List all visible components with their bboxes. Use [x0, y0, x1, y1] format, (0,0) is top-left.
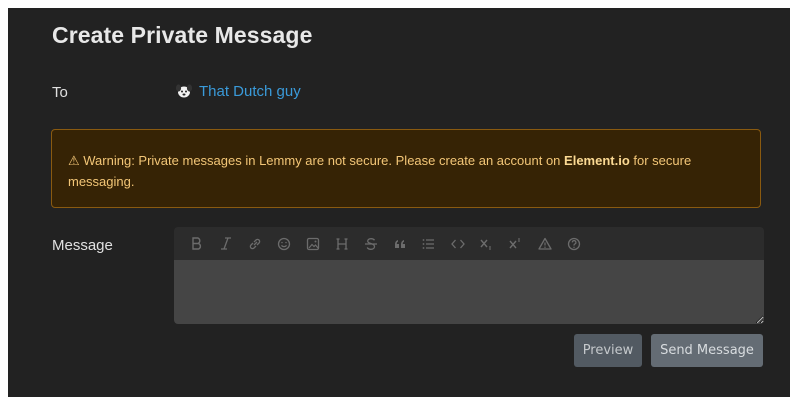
code-icon[interactable]: [443, 227, 472, 260]
recipient-name: That Dutch guy: [199, 82, 301, 100]
superscript-icon[interactable]: [501, 227, 530, 260]
header-icon[interactable]: [327, 227, 356, 260]
bold-icon[interactable]: [182, 227, 211, 260]
recipient-link[interactable]: That Dutch guy: [175, 82, 301, 100]
message-textarea[interactable]: [174, 260, 764, 324]
emoji-icon[interactable]: [269, 227, 298, 260]
warning-text: ⚠ Warning: Private messages in Lemmy are…: [68, 153, 565, 168]
to-label: To: [52, 84, 68, 101]
subscript-icon[interactable]: [472, 227, 501, 260]
quote-icon[interactable]: [385, 227, 414, 260]
editor-toolbar: [174, 227, 764, 260]
link-icon[interactable]: [240, 227, 269, 260]
send-message-button[interactable]: Send Message: [651, 334, 763, 367]
spoiler-warning-icon[interactable]: [530, 227, 559, 260]
list-icon[interactable]: [414, 227, 443, 260]
message-editor: [174, 227, 764, 324]
dog-avatar-icon: [175, 82, 193, 100]
italic-icon[interactable]: [211, 227, 240, 260]
strikethrough-icon[interactable]: [356, 227, 385, 260]
message-label: Message: [52, 237, 113, 254]
element-io-link[interactable]: Element.io: [564, 153, 630, 168]
preview-button[interactable]: Preview: [574, 334, 642, 367]
image-icon[interactable]: [298, 227, 327, 260]
warning-alert: ⚠ Warning: Private messages in Lemmy are…: [51, 129, 761, 208]
page-title: Create Private Message: [52, 22, 313, 48]
help-icon[interactable]: [559, 227, 588, 260]
